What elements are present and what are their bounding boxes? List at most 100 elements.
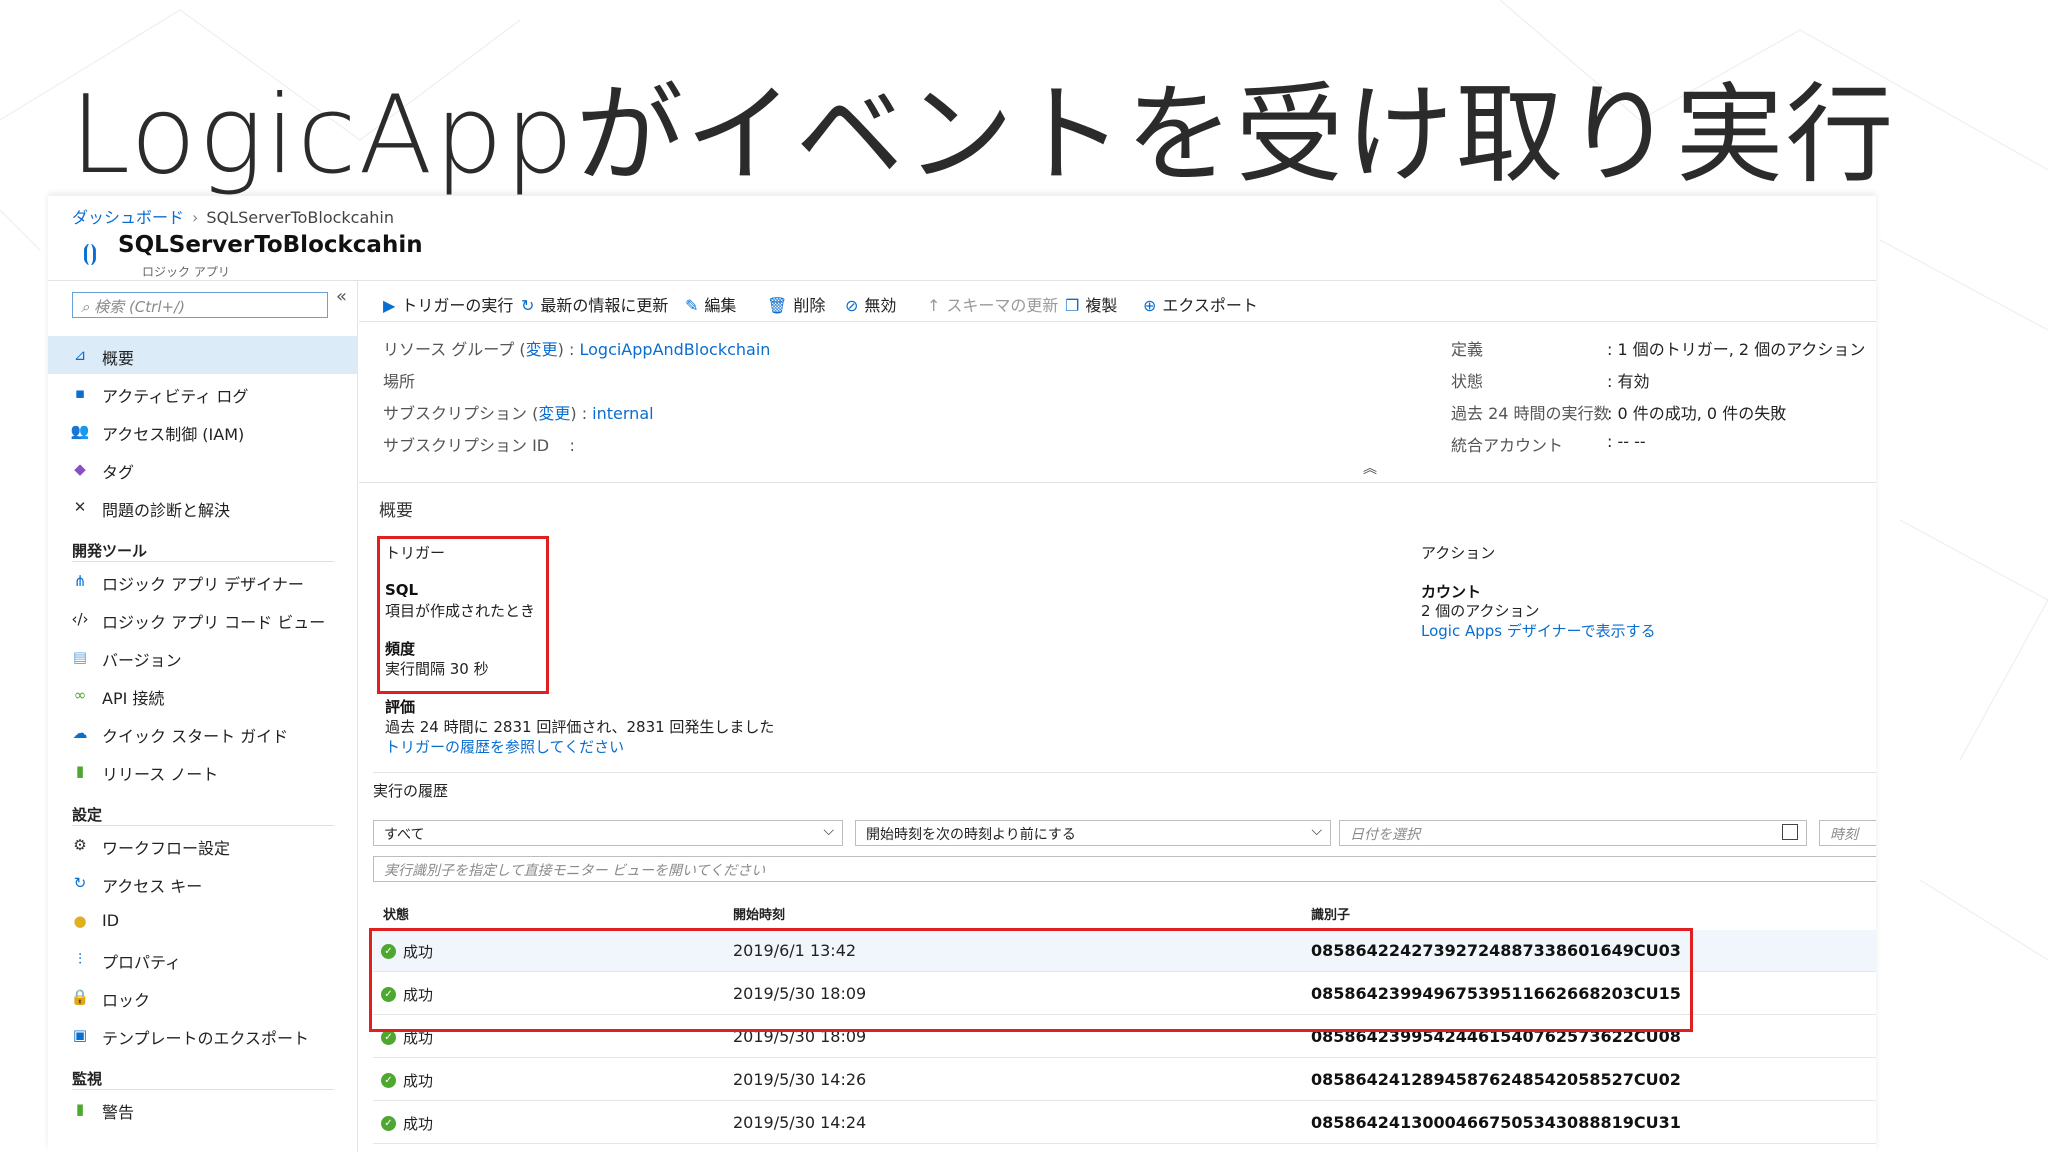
- sidebar-item[interactable]: ▪ アクティビティ ログ: [48, 374, 358, 412]
- sidebar-item-label: アクティビティ ログ: [102, 387, 249, 406]
- run-start-time: 2019/5/30 14:26: [733, 1070, 867, 1089]
- action-name: カウント: [1421, 583, 1482, 601]
- sidebar-item-label: ロック: [102, 991, 151, 1010]
- sidebar-item[interactable]: ‹/› ロジック アプリ コード ビュー: [48, 600, 358, 638]
- sidebar-item-label: 警告: [102, 1103, 135, 1122]
- integration-account-label: 統合アカウント: [1451, 436, 1564, 455]
- sidebar: ⌕ 検索 (Ctrl+/) « ⊿ 概要 ▪ アクティビティ ログ 👥 アクセス制御 (I…: [48, 280, 358, 1152]
- runs-highlight-box: [369, 928, 1693, 1032]
- view-in-designer-link[interactable]: Logic Apps デザイナーで表示する: [1421, 620, 1656, 641]
- alert-icon: ▮: [75, 1100, 85, 1118]
- command-bar: ▶ トリガーの実行 ↻ 最新の情報に更新 ✎ 編集 🗑 削除 ⊘ 無効 ↑ スキーマの更新 …: [359, 280, 1876, 322]
- sidebar-item-label: 概要: [102, 349, 135, 368]
- trigger-name: SQL: [385, 581, 419, 599]
- sidebar-item[interactable]: ☁ クイック スタート ガイド: [48, 714, 358, 752]
- location-row: 場所: [383, 372, 416, 391]
- runs-value: : 0 件の成功, 0 件の失敗: [1607, 404, 1787, 423]
- sidebar-nav: ⊿ 概要 ▪ アクティビティ ログ 👥 アクセス制御 (IAM) ◆ タグ ✕ 問題の診断と解決開…: [48, 336, 358, 1128]
- status-filter-select[interactable]: すべて ⌵: [373, 820, 843, 846]
- wrench-icon: ✕: [73, 498, 87, 516]
- sidebar-item[interactable]: ◆ タグ: [48, 450, 358, 488]
- definition-label: 定義: [1451, 340, 1484, 359]
- code-icon: ‹/›: [71, 610, 89, 628]
- breadcrumb-separator-icon: ›: [192, 208, 199, 227]
- sidebar-item[interactable]: ⚙ ワークフロー設定: [48, 826, 358, 864]
- copy-icon: ❐: [1065, 296, 1080, 315]
- sidebar-item[interactable]: ▤ バージョン: [48, 638, 358, 676]
- sidebar-item[interactable]: 🔒 ロック: [48, 978, 358, 1016]
- subscription-id-row: サブスクリプション ID :: [383, 436, 575, 455]
- subscription-row: サブスクリプション (変更) : internal: [383, 404, 654, 423]
- run-start-time: 2019/5/30 14:24: [733, 1113, 867, 1132]
- clone-button[interactable]: ❐ 複製: [1065, 292, 1117, 316]
- runs-label: 過去 24 時間の実行数: [1451, 404, 1610, 423]
- collapse-sidebar-button[interactable]: «: [336, 286, 347, 307]
- breadcrumb: ダッシュボード › SQLServerToBlockcahin: [72, 204, 394, 228]
- version-icon: ▤: [72, 648, 88, 666]
- sidebar-item-label: タグ: [102, 463, 135, 482]
- edit-button[interactable]: ✎ 編集: [685, 292, 736, 316]
- refresh-button[interactable]: ↻ 最新の情報に更新: [521, 292, 668, 316]
- time-picker-input[interactable]: 時刻: [1819, 820, 1876, 846]
- sidebar-item[interactable]: ▮ 警告: [48, 1090, 358, 1128]
- time-filter-select[interactable]: 開始時刻を次の時刻より前にする ⌵: [855, 820, 1331, 846]
- sidebar-item-label: アクセス キー: [102, 877, 203, 896]
- export-button[interactable]: ⊕ エクスポート: [1143, 292, 1258, 316]
- summary-title: 概要: [379, 501, 413, 521]
- tag-icon: ◆: [74, 460, 86, 478]
- iam-icon: 👥: [70, 422, 90, 440]
- resource-subtitle: ロジック アプリ: [142, 265, 230, 279]
- run-identifier: 08586424128945876248542058527CU02: [1311, 1070, 1681, 1089]
- breadcrumb-dashboard[interactable]: ダッシュボード: [72, 208, 184, 227]
- evaluation-value: 過去 24 時間に 2831 回評価され、2831 回発生しました: [385, 718, 775, 736]
- sidebar-item[interactable]: ⋔ ロジック アプリ デザイナー: [48, 562, 358, 600]
- azure-portal-window: ダッシュボード › SQLServerToBlockcahin ⦗⦘ SQLServ…: [48, 196, 1876, 1152]
- sidebar-search-input[interactable]: ⌕ 検索 (Ctrl+/): [72, 292, 328, 318]
- update-schema-button[interactable]: ↑ スキーマの更新: [927, 292, 1058, 316]
- resource-title: SQLServerToBlockcahin: [118, 232, 423, 258]
- actions-heading: アクション: [1421, 544, 1496, 562]
- run-trigger-button[interactable]: ▶ トリガーの実行: [383, 292, 513, 316]
- activity-log-icon: ▪: [74, 384, 86, 402]
- column-identifier: 識別子: [1311, 908, 1351, 923]
- sidebar-item-label: クイック スタート ガイド: [102, 727, 289, 746]
- sidebar-section-label: 開発ツール: [72, 542, 148, 560]
- logic-app-icon: ⦗⦘: [82, 241, 98, 266]
- quickstart-icon: ☁: [72, 724, 88, 742]
- sidebar-item-label: ロジック アプリ デザイナー: [102, 575, 304, 594]
- sidebar-item[interactable]: ⫶ プロパティ: [48, 940, 358, 978]
- date-picker-input[interactable]: 日付を選択: [1339, 820, 1807, 846]
- table-row[interactable]: ✓ 成功 2019/5/30 14:24 0858642413000466750534…: [373, 1102, 1876, 1144]
- sidebar-item[interactable]: ↻ アクセス キー: [48, 864, 358, 902]
- slide-title: LogicAppがイベントを受け取り実行: [70, 73, 1896, 198]
- collapse-essentials-icon[interactable]: ︽: [1363, 458, 1377, 478]
- change-subscription-link[interactable]: 変更: [538, 404, 570, 423]
- sidebar-item[interactable]: ⊿ 概要: [48, 336, 358, 374]
- sidebar-item[interactable]: ▣ テンプレートのエクスポート: [48, 1016, 358, 1054]
- subscription-link[interactable]: internal: [592, 404, 653, 423]
- run-identifier: 08586424130004667505343088819CU31: [1311, 1113, 1681, 1132]
- sidebar-item[interactable]: ∞ API 接続: [48, 676, 358, 714]
- disable-button[interactable]: ⊘ 無効: [845, 292, 896, 316]
- refresh-icon: ↻: [521, 296, 535, 315]
- export-template-icon: ▣: [72, 1026, 88, 1044]
- table-row[interactable]: ✓ 成功 2019/5/30 14:26 0858642412894587624854…: [373, 1059, 1876, 1101]
- trigger-description: 項目が作成されたとき: [385, 602, 536, 620]
- sidebar-item[interactable]: ▮ リリース ノート: [48, 752, 358, 790]
- change-resource-group-link[interactable]: 変更: [526, 340, 558, 359]
- api-connection-icon: ∞: [73, 686, 87, 704]
- sidebar-item-label: API 接続: [102, 689, 165, 708]
- release-notes-icon: ▮: [75, 762, 85, 780]
- summary-divider: [373, 772, 1876, 773]
- sidebar-item[interactable]: ● ID: [48, 902, 358, 940]
- identity-icon: ●: [73, 912, 87, 930]
- action-count: 2 個のアクション: [1421, 602, 1540, 620]
- chevron-down-icon: ⌵: [1311, 823, 1322, 839]
- run-id-input[interactable]: 実行識別子を指定して直接モニター ビューを開いてください: [373, 856, 1876, 882]
- sidebar-item[interactable]: ✕ 問題の診断と解決: [48, 488, 358, 526]
- trigger-history-link[interactable]: トリガーの履歴を参照してください: [385, 736, 624, 757]
- breadcrumb-current: SQLServerToBlockcahin: [206, 208, 394, 227]
- resource-group-link[interactable]: LogciAppAndBlockchain: [579, 340, 770, 359]
- sidebar-item[interactable]: 👥 アクセス制御 (IAM): [48, 412, 358, 450]
- delete-button[interactable]: 🗑 削除: [767, 292, 825, 316]
